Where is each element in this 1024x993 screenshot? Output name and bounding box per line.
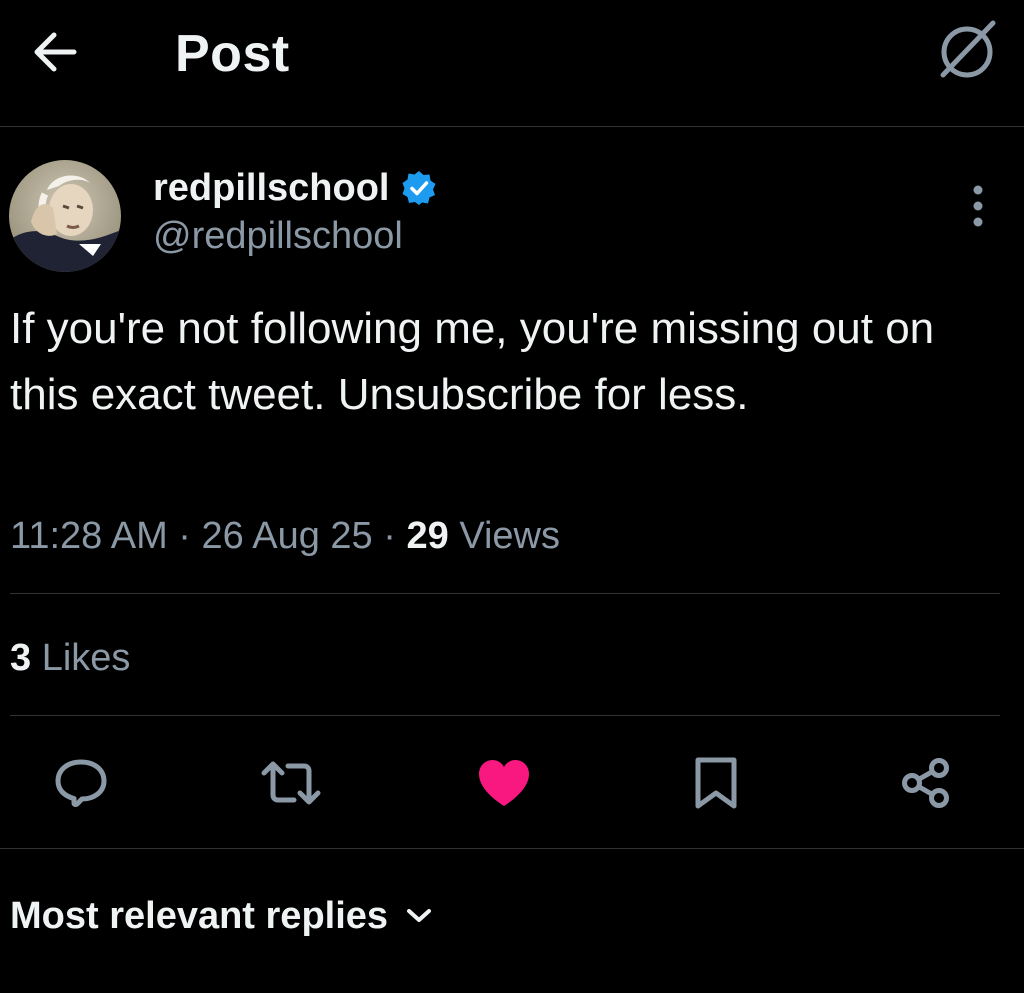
author-display-name[interactable]: redpillschool <box>153 167 389 210</box>
replies-sort-label: Most relevant replies <box>10 894 389 937</box>
meta-separator: · <box>178 515 191 557</box>
top-bar: Post <box>0 0 1024 127</box>
chevron-down-icon <box>406 908 432 924</box>
page-title: Post <box>175 25 290 83</box>
views-count: 29 <box>406 515 449 557</box>
more-vertical-icon <box>973 185 983 227</box>
tweet-time[interactable]: 11:28 AM <box>10 515 168 557</box>
share-button[interactable] <box>891 748 961 818</box>
likes-label: Likes <box>41 637 131 679</box>
share-icon <box>902 758 949 808</box>
avatar-portrait <box>9 160 121 272</box>
divider <box>0 848 1024 849</box>
tweet-date[interactable]: 26 Aug 25 <box>202 515 373 557</box>
grok-button[interactable] <box>928 16 1004 84</box>
bookmark-button[interactable] <box>681 748 751 818</box>
verified-badge-icon <box>401 170 437 206</box>
tweet-text: If you're not following me, you're missi… <box>10 304 935 419</box>
tweet-meta: 11:28 AM · 26 Aug 25 · 29 Views <box>10 510 560 562</box>
divider <box>10 593 1000 594</box>
replies-sort-dropdown[interactable]: Most relevant replies <box>10 890 432 942</box>
reply-button[interactable] <box>46 748 116 818</box>
heart-icon <box>479 760 529 806</box>
like-button[interactable] <box>469 748 539 818</box>
views-label: Views <box>459 515 560 557</box>
reply-icon <box>55 759 107 808</box>
bookmark-icon <box>695 757 737 809</box>
repost-icon <box>261 761 321 805</box>
likes-count: 3 <box>10 637 32 679</box>
repost-button[interactable] <box>256 748 326 818</box>
meta-separator: · <box>383 515 396 557</box>
divider <box>10 715 1000 716</box>
author-name-row: redpillschool <box>153 164 437 212</box>
avatar[interactable] <box>9 160 121 272</box>
grok-icon <box>940 20 996 78</box>
author-handle[interactable]: @redpillschool <box>153 212 403 260</box>
likes-stat[interactable]: 3 Likes <box>10 632 130 684</box>
arrow-left-icon <box>34 32 77 72</box>
back-button[interactable] <box>22 20 86 84</box>
more-options-button[interactable] <box>952 176 1004 236</box>
